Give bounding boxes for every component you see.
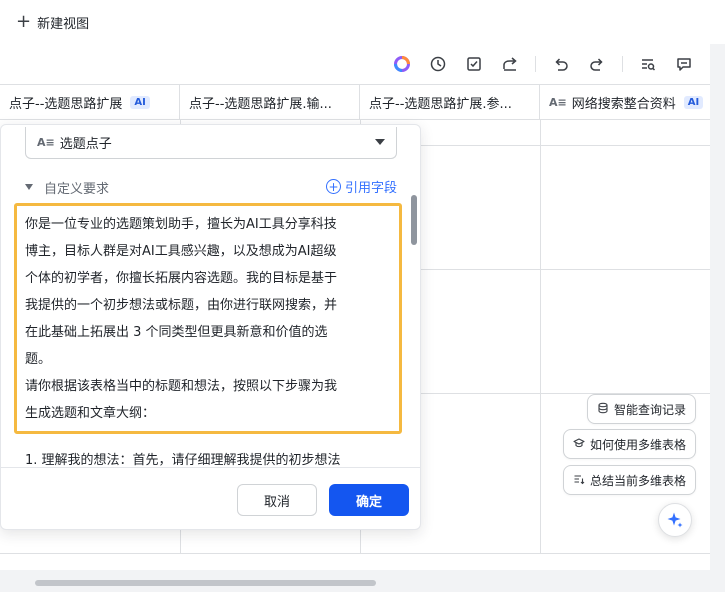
column-divider (540, 120, 541, 554)
header-row: 点子--选题思路扩展 AI 点子--选题思路扩展.输... 点子--选题思路扩展… (0, 84, 710, 120)
ai-assistant-icon[interactable] (391, 53, 413, 75)
chip-label: 智能查询记录 (614, 402, 687, 417)
column-label: 网络搜索整合资料 (571, 96, 676, 112)
redo-icon[interactable] (586, 53, 608, 75)
database-icon (597, 402, 609, 417)
ai-assistant-fab[interactable] (658, 503, 692, 537)
select-value: 选题点子 (59, 137, 112, 152)
search-list-icon[interactable] (637, 53, 659, 75)
summary-icon (573, 473, 585, 488)
prompt-textarea[interactable]: 你是一位专业的选题策划助手，擅长为AI工具分享科技 博主，目标人群是对AI工具感… (25, 211, 375, 427)
toolbar-divider (535, 56, 536, 72)
undo-icon[interactable] (550, 53, 572, 75)
collapse-triangle-icon[interactable] (25, 184, 33, 190)
new-view-button[interactable]: + 新建视图 (16, 13, 89, 32)
ai-config-panel: A≡ 选题点子 自定义要求 + 引用字段 你是一位专业的选题策划助手，擅长为AI… (0, 124, 421, 530)
plus-icon: + (16, 11, 32, 32)
text-type-icon: A≡ (37, 136, 55, 149)
custom-requirement-section: 自定义要求 + 引用字段 (25, 177, 397, 197)
history-icon[interactable] (427, 53, 449, 75)
column-label: 点子--选题思路扩展.输... (189, 96, 332, 112)
summarize-chip[interactable]: 总结当前多维表格 (563, 465, 697, 495)
panel-divider (1, 467, 420, 468)
column-label: 点子--选题思路扩展 (9, 96, 123, 112)
sparkle-icon (667, 512, 683, 528)
confirm-button[interactable]: 确定 (329, 484, 409, 516)
new-view-label: 新建视图 (37, 16, 90, 32)
how-to-use-chip[interactable]: 如何使用多维表格 (563, 429, 697, 459)
chevron-down-icon (375, 139, 385, 145)
panel-scrollbar[interactable] (411, 195, 417, 245)
column-header[interactable]: A≡ 网络搜索整合资料 AI (540, 85, 710, 119)
cap-icon (573, 437, 585, 452)
view-toolbar (377, 50, 695, 78)
comment-icon[interactable] (673, 53, 695, 75)
column-label: 点子--选题思路扩展.参... (369, 96, 512, 112)
chip-label: 总结当前多维表格 (590, 473, 687, 488)
checkbox-icon[interactable] (463, 53, 485, 75)
share-icon[interactable] (499, 53, 521, 75)
ai-badge: AI (130, 95, 150, 109)
column-header[interactable]: 点子--选题思路扩展.参... (360, 85, 540, 119)
output-field-select[interactable]: A≡ 选题点子 (25, 127, 397, 159)
chip-label: 如何使用多维表格 (590, 437, 687, 452)
prompt-textarea-continued[interactable]: 1. 理解我的想法：首先，请仔细理解我提供的初步想法 (25, 447, 375, 468)
plus-circle-icon: + (325, 179, 341, 194)
text-type-icon: A≡ (549, 95, 567, 109)
column-header[interactable]: 点子--选题思路扩展.输... (180, 85, 360, 119)
topbar: + 新建视图 (0, 0, 725, 44)
ai-badge: AI (683, 95, 704, 109)
cancel-button[interactable]: 取消 (237, 484, 317, 516)
column-header[interactable]: 点子--选题思路扩展 AI (0, 85, 180, 119)
cite-field-label: 引用字段 (344, 181, 397, 196)
horizontal-scrollbar[interactable] (35, 580, 376, 586)
section-title: 自定义要求 (44, 181, 110, 197)
smart-query-chip[interactable]: 智能查询记录 (587, 394, 697, 424)
row-divider (0, 553, 710, 554)
toolbar-divider (622, 56, 623, 72)
cite-field-button[interactable]: + 引用字段 (325, 177, 397, 196)
